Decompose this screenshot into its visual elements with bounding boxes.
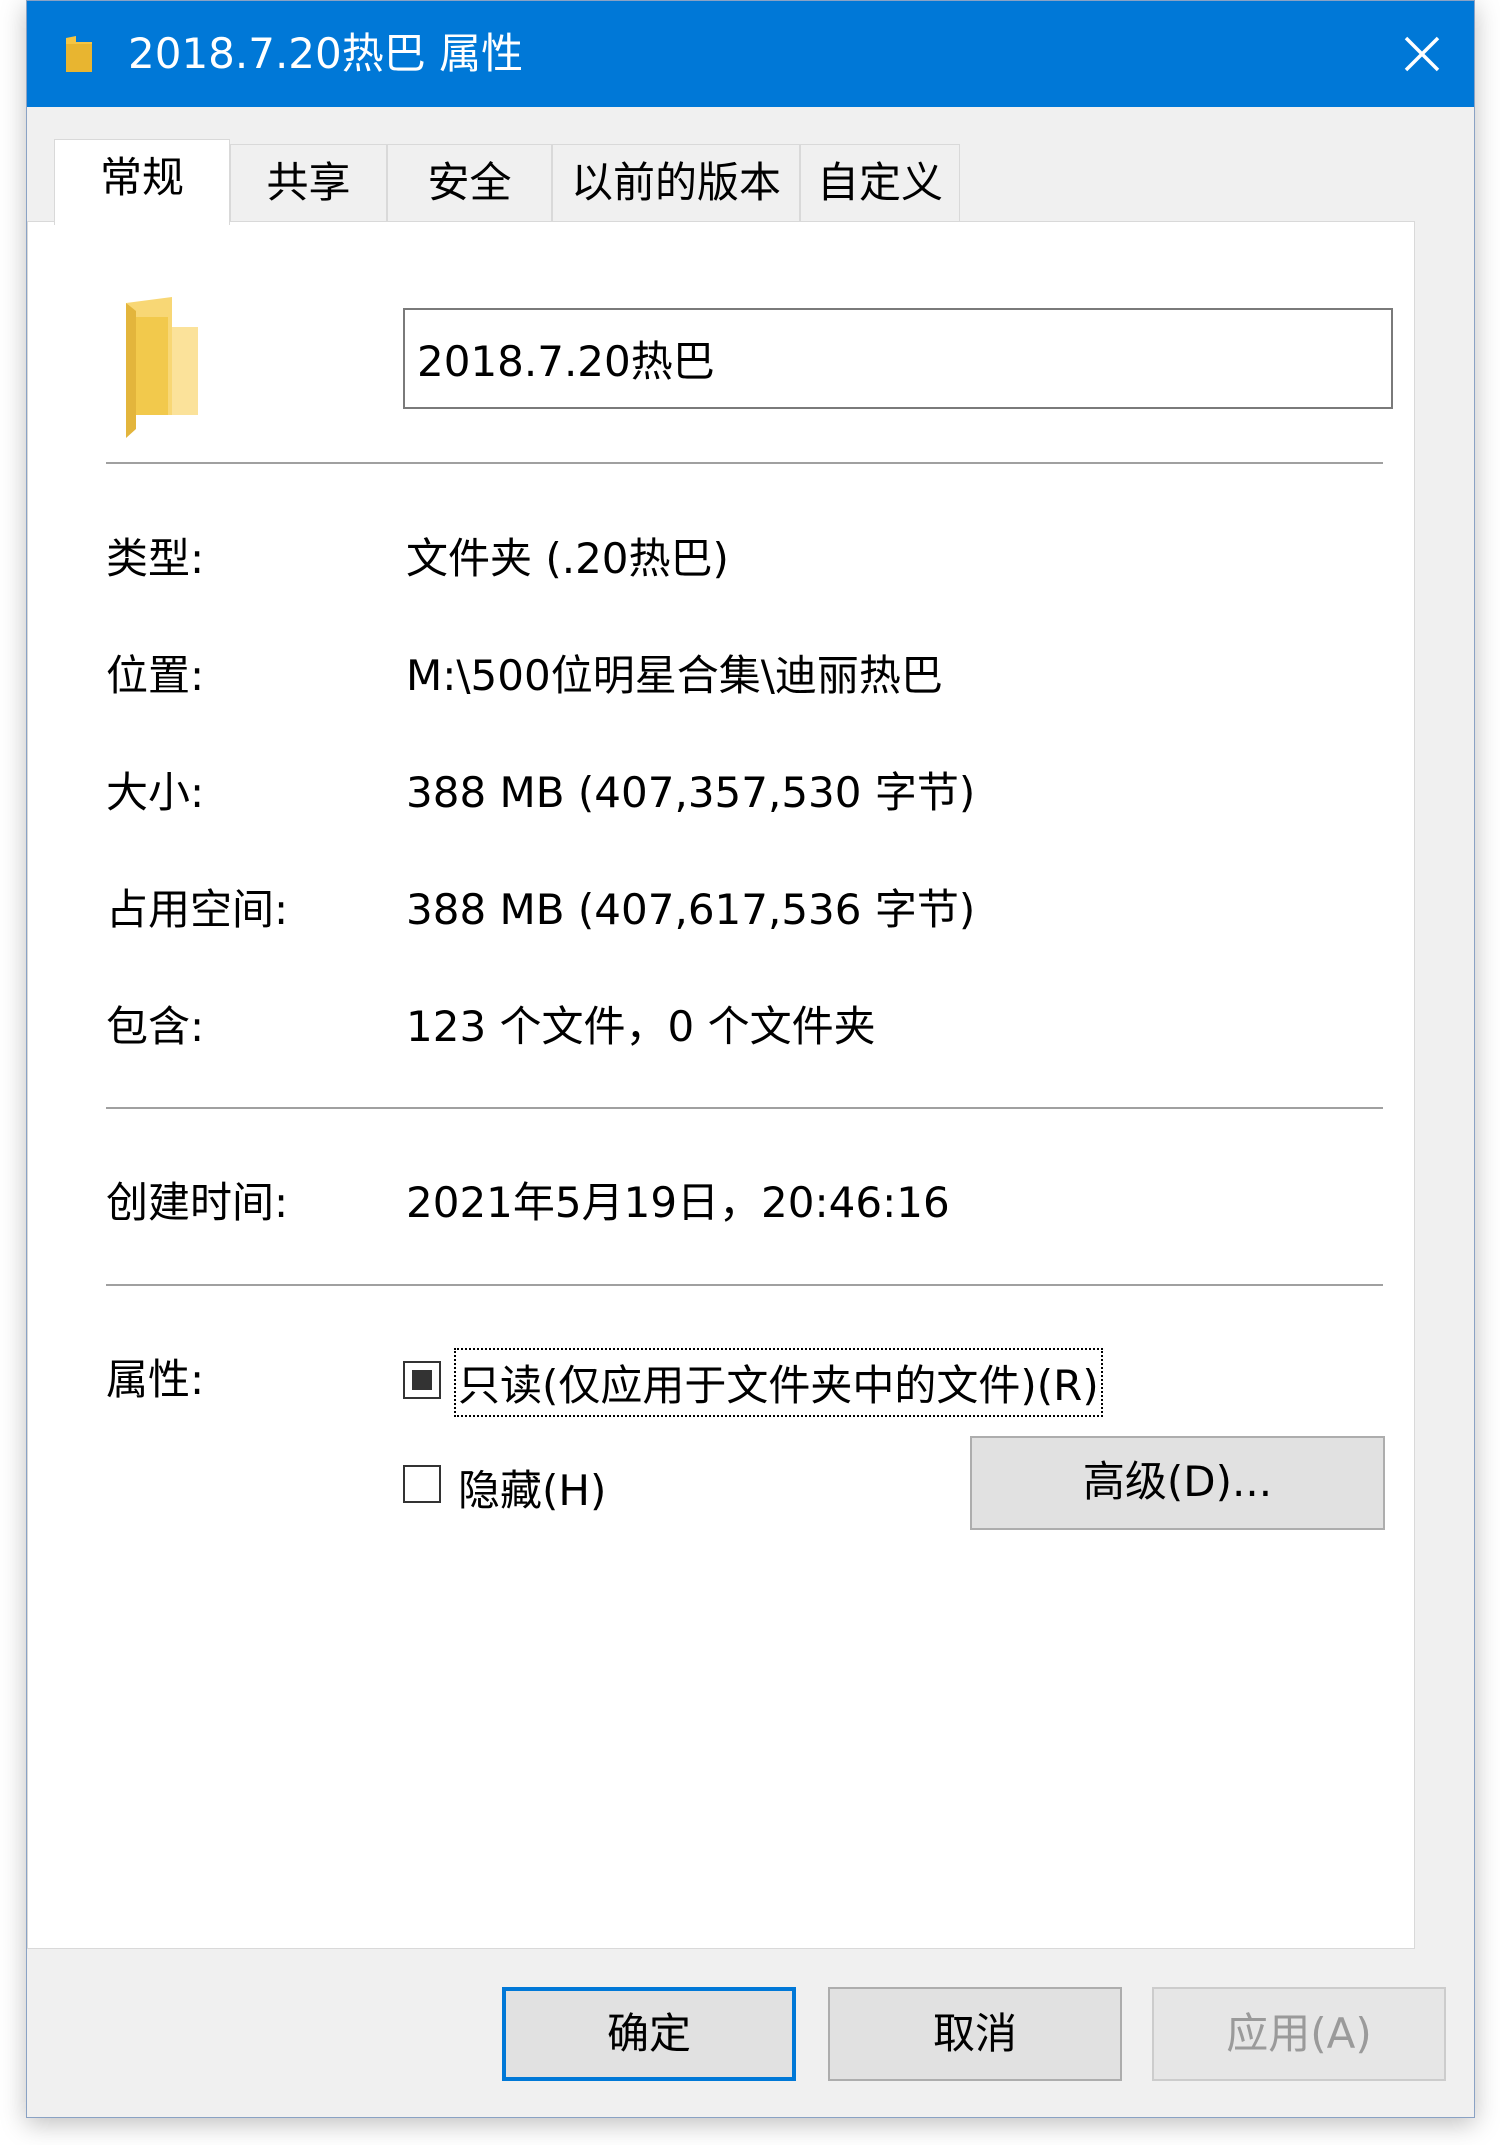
close-icon bbox=[1404, 36, 1440, 72]
readonly-checkbox[interactable] bbox=[403, 1361, 441, 1399]
size-label: 大小: bbox=[106, 768, 205, 817]
general-tab-panel bbox=[27, 221, 1415, 1949]
indeterminate-mark bbox=[412, 1370, 432, 1390]
folder-name-input[interactable] bbox=[403, 308, 1393, 409]
created-value: 2021年5月19日，20:46:16 bbox=[406, 1178, 950, 1227]
separator bbox=[106, 1284, 1383, 1286]
tab-customize[interactable]: 自定义 bbox=[800, 144, 960, 222]
folder-icon bbox=[126, 297, 198, 438]
separator bbox=[106, 1107, 1383, 1109]
tab-previous-versions[interactable]: 以前的版本 bbox=[552, 144, 800, 222]
tab-general[interactable]: 常规 bbox=[54, 139, 230, 225]
size-on-disk-value: 388 MB (407,617,536 字节) bbox=[406, 885, 976, 934]
title-bar: 2018.7.20热巴 属性 bbox=[27, 1, 1474, 107]
tab-sharing[interactable]: 共享 bbox=[230, 144, 387, 222]
attributes-label: 属性: bbox=[106, 1355, 205, 1404]
cancel-button[interactable]: 取消 bbox=[828, 1987, 1122, 2081]
advanced-button[interactable]: 高级(D)... bbox=[970, 1436, 1385, 1530]
created-label: 创建时间: bbox=[106, 1178, 289, 1227]
location-label: 位置: bbox=[106, 651, 205, 700]
apply-button[interactable]: 应用(A) bbox=[1152, 1987, 1446, 2081]
separator bbox=[106, 462, 1383, 464]
close-button[interactable] bbox=[1370, 1, 1474, 107]
hidden-checkbox[interactable] bbox=[403, 1465, 441, 1503]
folder-icon bbox=[66, 36, 92, 72]
window-title: 2018.7.20热巴 属性 bbox=[128, 29, 524, 78]
location-value: M:\500位明星合集\迪丽热巴 bbox=[406, 651, 943, 700]
type-label: 类型: bbox=[106, 534, 205, 583]
type-value: 文件夹 (.20热巴) bbox=[406, 534, 729, 583]
readonly-checkbox-label[interactable]: 只读(仅应用于文件夹中的文件)(R) bbox=[454, 1348, 1103, 1417]
tab-security[interactable]: 安全 bbox=[387, 144, 552, 222]
size-value: 388 MB (407,357,530 字节) bbox=[406, 768, 976, 817]
size-on-disk-label: 占用空间: bbox=[106, 885, 289, 934]
ok-button[interactable]: 确定 bbox=[502, 1987, 796, 2081]
contains-value: 123 个文件，0 个文件夹 bbox=[406, 1002, 876, 1051]
hidden-checkbox-label[interactable]: 隐藏(H) bbox=[458, 1457, 606, 1518]
contains-label: 包含: bbox=[106, 1002, 205, 1051]
